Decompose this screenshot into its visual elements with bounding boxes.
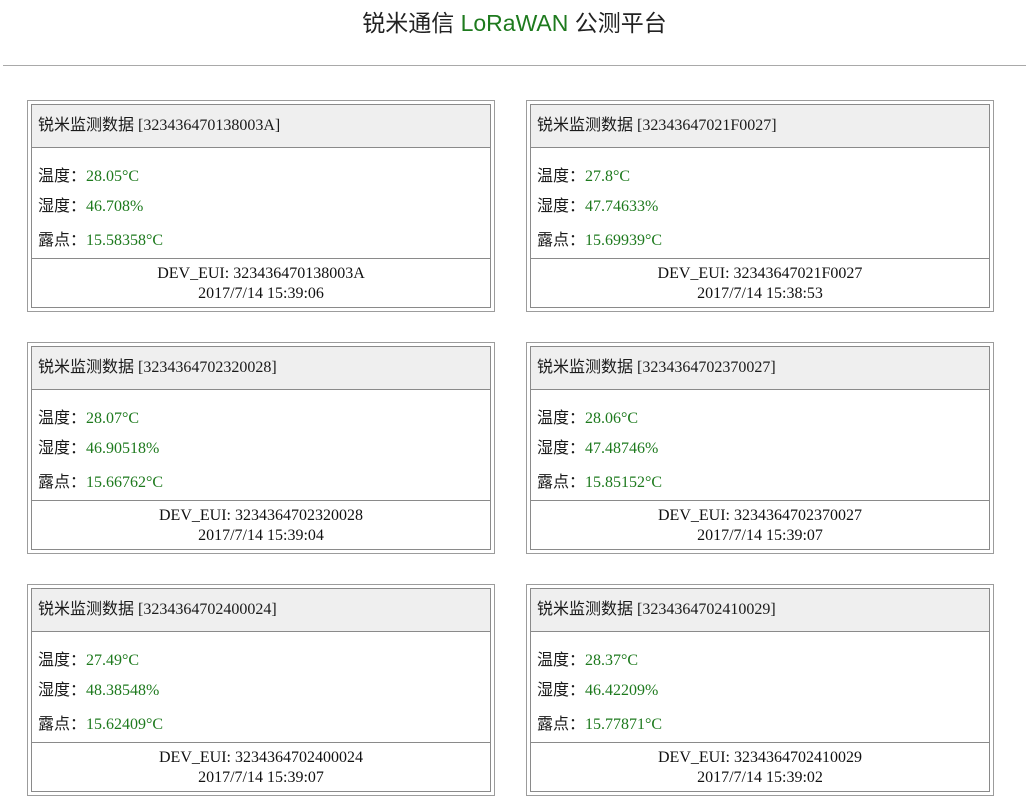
- dew-point-reading: 露点：15.66762°C: [38, 468, 163, 492]
- humidity-label: 湿度：: [537, 682, 586, 699]
- card-title: 锐米监测数据 [3234364702370027]: [530, 346, 990, 390]
- card-title: 锐米监测数据 [3234364702320028]: [31, 346, 491, 390]
- humidity-label: 湿度：: [38, 440, 87, 457]
- humidity-reading: 湿度：46.90518%: [38, 434, 159, 458]
- dew-point-label: 露点：: [537, 232, 586, 249]
- timestamp: 2017/7/14 15:39:04: [198, 527, 324, 544]
- card-footer: DEV_EUI: 323436470138003A 2017/7/14 15:3…: [31, 258, 491, 308]
- dew-point-value: 15.77871°C: [585, 716, 663, 733]
- humidity-reading: 湿度：46.42209%: [537, 676, 658, 700]
- card-title: 锐米监测数据 [3234364702400024]: [31, 588, 491, 632]
- card-footer: DEV_EUI: 32343647021F0027 2017/7/14 15:3…: [530, 258, 990, 308]
- sensor-card: 锐米监测数据 [3234364702320028] 温度：28.07°C 湿度：…: [27, 342, 495, 554]
- card-footer: DEV_EUI: 3234364702320028 2017/7/14 15:3…: [31, 500, 491, 550]
- sensor-card: 锐米监测数据 [323436470138003A] 温度：28.05°C 湿度：…: [27, 100, 495, 312]
- temperature-label: 温度：: [38, 652, 87, 669]
- temperature-reading: 温度：28.06°C: [537, 404, 638, 428]
- sensor-card: 锐米监测数据 [3234364702400024] 温度：27.49°C 湿度：…: [27, 584, 495, 796]
- temperature-reading: 温度：28.05°C: [38, 162, 139, 186]
- timestamp: 2017/7/14 15:38:53: [697, 285, 823, 302]
- card-footer: DEV_EUI: 3234364702370027 2017/7/14 15:3…: [530, 500, 990, 550]
- dev-eui: DEV_EUI: 32343647021F0027: [657, 265, 863, 282]
- card-readings: 温度：28.07°C 湿度：46.90518% 露点：15.66762°C: [31, 390, 491, 500]
- dew-point-value: 15.62409°C: [86, 716, 164, 733]
- temperature-value: 28.07°C: [86, 410, 140, 427]
- humidity-label: 湿度：: [537, 198, 586, 215]
- dew-point-reading: 露点：15.85152°C: [537, 468, 662, 492]
- card-footer: DEV_EUI: 3234364702400024 2017/7/14 15:3…: [31, 742, 491, 792]
- temperature-label: 温度：: [38, 410, 87, 427]
- dew-point-label: 露点：: [38, 716, 87, 733]
- dev-eui: DEV_EUI: 3234364702370027: [658, 507, 862, 524]
- card-title: 锐米监测数据 [3234364702410029]: [530, 588, 990, 632]
- dew-point-reading: 露点：15.77871°C: [537, 710, 662, 734]
- humidity-reading: 湿度：48.38548%: [38, 676, 159, 700]
- dew-point-reading: 露点：15.62409°C: [38, 710, 163, 734]
- dew-point-reading: 露点：15.58358°C: [38, 226, 163, 250]
- temperature-value: 28.37°C: [585, 652, 639, 669]
- page-title-prefix: 锐米通信: [362, 10, 461, 36]
- dew-point-value: 15.85152°C: [585, 474, 663, 491]
- temperature-reading: 温度：27.49°C: [38, 646, 139, 670]
- temperature-label: 温度：: [537, 410, 586, 427]
- card-readings: 温度：28.37°C 湿度：46.42209% 露点：15.77871°C: [530, 632, 990, 742]
- card-title: 锐米监测数据 [323436470138003A]: [31, 104, 491, 148]
- temperature-reading: 温度：27.8°C: [537, 162, 630, 186]
- dew-point-reading: 露点：15.69939°C: [537, 226, 662, 250]
- header-divider: [3, 65, 1026, 66]
- temperature-value: 28.05°C: [86, 168, 140, 185]
- temperature-value: 27.8°C: [585, 168, 631, 185]
- dew-point-label: 露点：: [537, 474, 586, 491]
- page-title-suffix: 公测平台: [568, 10, 667, 36]
- temperature-reading: 温度：28.37°C: [537, 646, 638, 670]
- temperature-value: 27.49°C: [86, 652, 140, 669]
- card-readings: 温度：28.06°C 湿度：47.48746% 露点：15.85152°C: [530, 390, 990, 500]
- sensor-card: 锐米监测数据 [3234364702370027] 温度：28.06°C 湿度：…: [526, 342, 994, 554]
- dev-eui: DEV_EUI: 3234364702400024: [159, 749, 363, 766]
- humidity-label: 湿度：: [38, 198, 87, 215]
- timestamp: 2017/7/14 15:39:07: [198, 769, 324, 786]
- card-footer: DEV_EUI: 3234364702410029 2017/7/14 15:3…: [530, 742, 990, 792]
- dew-point-value: 15.66762°C: [86, 474, 164, 491]
- dew-point-value: 15.69939°C: [585, 232, 663, 249]
- humidity-reading: 湿度：46.708%: [38, 192, 143, 216]
- dev-eui: DEV_EUI: 3234364702320028: [159, 507, 363, 524]
- card-readings: 温度：27.8°C 湿度：47.74633% 露点：15.69939°C: [530, 148, 990, 258]
- dew-point-label: 露点：: [537, 716, 586, 733]
- humidity-value: 48.38548%: [86, 682, 160, 699]
- card-readings: 温度：28.05°C 湿度：46.708% 露点：15.58358°C: [31, 148, 491, 258]
- dew-point-label: 露点：: [38, 474, 87, 491]
- humidity-value: 47.74633%: [585, 198, 659, 215]
- humidity-label: 湿度：: [537, 440, 586, 457]
- timestamp: 2017/7/14 15:39:02: [697, 769, 823, 786]
- humidity-label: 湿度：: [38, 682, 87, 699]
- temperature-label: 温度：: [38, 168, 87, 185]
- dew-point-value: 15.58358°C: [86, 232, 164, 249]
- dev-eui: DEV_EUI: 323436470138003A: [157, 265, 365, 282]
- sensor-card: 锐米监测数据 [3234364702410029] 温度：28.37°C 湿度：…: [526, 584, 994, 796]
- humidity-value: 47.48746%: [585, 440, 659, 457]
- dev-eui: DEV_EUI: 3234364702410029: [658, 749, 862, 766]
- sensor-card: 锐米监测数据 [32343647021F0027] 温度：27.8°C 湿度：4…: [526, 100, 994, 312]
- humidity-value: 46.42209%: [585, 682, 659, 699]
- page-title: 锐米通信 LoRaWAN 公测平台: [0, 0, 1029, 46]
- temperature-label: 温度：: [537, 652, 586, 669]
- dew-point-label: 露点：: [38, 232, 87, 249]
- humidity-reading: 湿度：47.48746%: [537, 434, 658, 458]
- temperature-label: 温度：: [537, 168, 586, 185]
- timestamp: 2017/7/14 15:39:06: [198, 285, 324, 302]
- card-title: 锐米监测数据 [32343647021F0027]: [530, 104, 990, 148]
- temperature-value: 28.06°C: [585, 410, 639, 427]
- timestamp: 2017/7/14 15:39:07: [697, 527, 823, 544]
- humidity-value: 46.708%: [86, 198, 144, 215]
- temperature-reading: 温度：28.07°C: [38, 404, 139, 428]
- humidity-reading: 湿度：47.74633%: [537, 192, 658, 216]
- page-title-accent: LoRaWAN: [460, 10, 569, 36]
- humidity-value: 46.90518%: [86, 440, 160, 457]
- card-readings: 温度：27.49°C 湿度：48.38548% 露点：15.62409°C: [31, 632, 491, 742]
